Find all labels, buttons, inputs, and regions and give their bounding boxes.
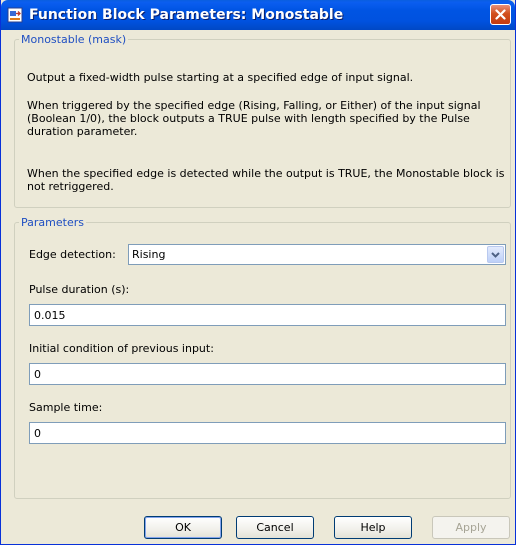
pulse-duration-label: Pulse duration (s): — [29, 283, 130, 296]
dropdown-arrow-button[interactable] — [487, 246, 504, 263]
edge-detection-label: Edge detection: — [29, 248, 116, 261]
dialog-window: Function Block Parameters: Monostable Mo… — [0, 0, 516, 545]
close-button[interactable] — [490, 4, 511, 25]
description-paragraph-1: Output a fixed-width pulse starting at a… — [27, 71, 414, 84]
window-title: Function Block Parameters: Monostable — [29, 7, 344, 23]
close-icon — [495, 9, 506, 20]
ok-button[interactable]: OK — [144, 516, 222, 539]
apply-button[interactable]: Apply — [432, 516, 510, 539]
mask-group-legend: Monostable (mask) — [21, 33, 127, 46]
simulink-block-icon — [7, 7, 23, 23]
sample-time-input[interactable] — [29, 422, 506, 444]
initial-condition-input[interactable] — [29, 363, 506, 385]
edge-detection-value: Rising — [132, 248, 166, 261]
sample-time-label: Sample time: — [29, 401, 103, 414]
parameters-group-legend: Parameters — [21, 216, 84, 229]
pulse-duration-input[interactable] — [29, 304, 506, 326]
description-paragraph-3: When the specified edge is detected whil… — [27, 167, 505, 193]
description-paragraph-2: When triggered by the specified edge (Ri… — [27, 99, 481, 138]
chevron-down-icon — [491, 252, 500, 258]
help-button[interactable]: Help — [334, 516, 412, 539]
title-bar[interactable]: Function Block Parameters: Monostable — [1, 0, 515, 30]
edge-detection-select[interactable]: Rising — [128, 244, 506, 265]
cancel-button[interactable]: Cancel — [236, 516, 314, 539]
initial-condition-label: Initial condition of previous input: — [29, 342, 214, 355]
